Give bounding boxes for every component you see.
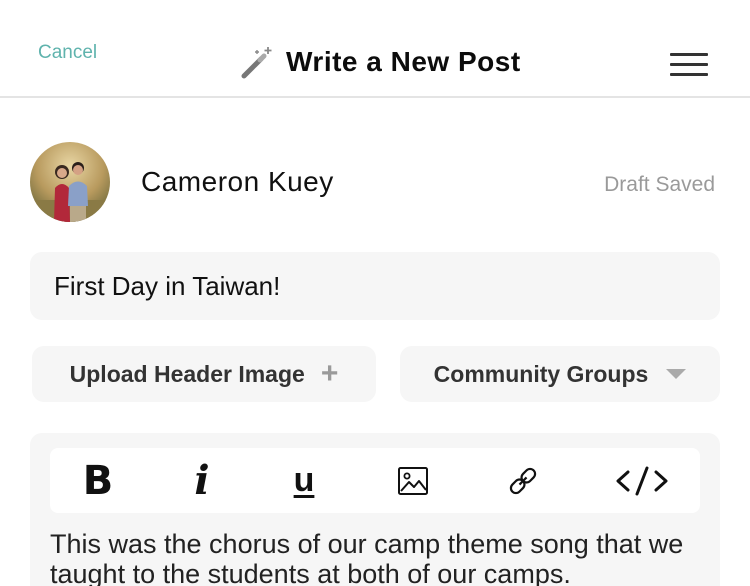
plus-icon: + [320, 357, 339, 390]
community-groups-dropdown[interactable]: Community Groups [400, 346, 720, 402]
bold-button[interactable]: B [68, 448, 128, 513]
code-icon [616, 466, 668, 495]
community-groups-label: Community Groups [433, 360, 649, 387]
post-body-text[interactable]: This was the chorus of our camp theme so… [50, 529, 700, 586]
draft-status-label: Draft Saved [604, 173, 715, 196]
caret-down-icon [666, 369, 687, 379]
insert-image-button[interactable] [383, 448, 443, 513]
author-name: Cameron Kuey [141, 166, 334, 197]
upload-header-image-label: Upload Header Image [69, 360, 305, 387]
underline-button[interactable]: u [274, 448, 334, 513]
post-title-input[interactable] [30, 252, 720, 320]
post-editor: B i u This was the chorus of our camp th… [30, 433, 720, 586]
page-title-group: Write a New Post [240, 44, 521, 80]
cancel-button[interactable]: Cancel [38, 42, 97, 64]
upload-header-image-button[interactable]: Upload Header Image + [32, 346, 376, 402]
italic-button[interactable]: i [172, 448, 232, 513]
code-button[interactable] [612, 448, 672, 513]
avatar [30, 142, 110, 222]
link-icon [509, 467, 537, 494]
image-icon [398, 466, 428, 495]
page-title: Write a New Post [286, 46, 521, 77]
insert-link-button[interactable] [493, 448, 553, 513]
formatting-toolbar: B i u [50, 448, 700, 513]
user-avatar-photo [30, 142, 110, 222]
top-nav-bar: Cancel Write a New Post [0, 0, 750, 98]
magic-wand-icon [241, 47, 272, 79]
hamburger-menu-icon[interactable] [670, 53, 708, 79]
